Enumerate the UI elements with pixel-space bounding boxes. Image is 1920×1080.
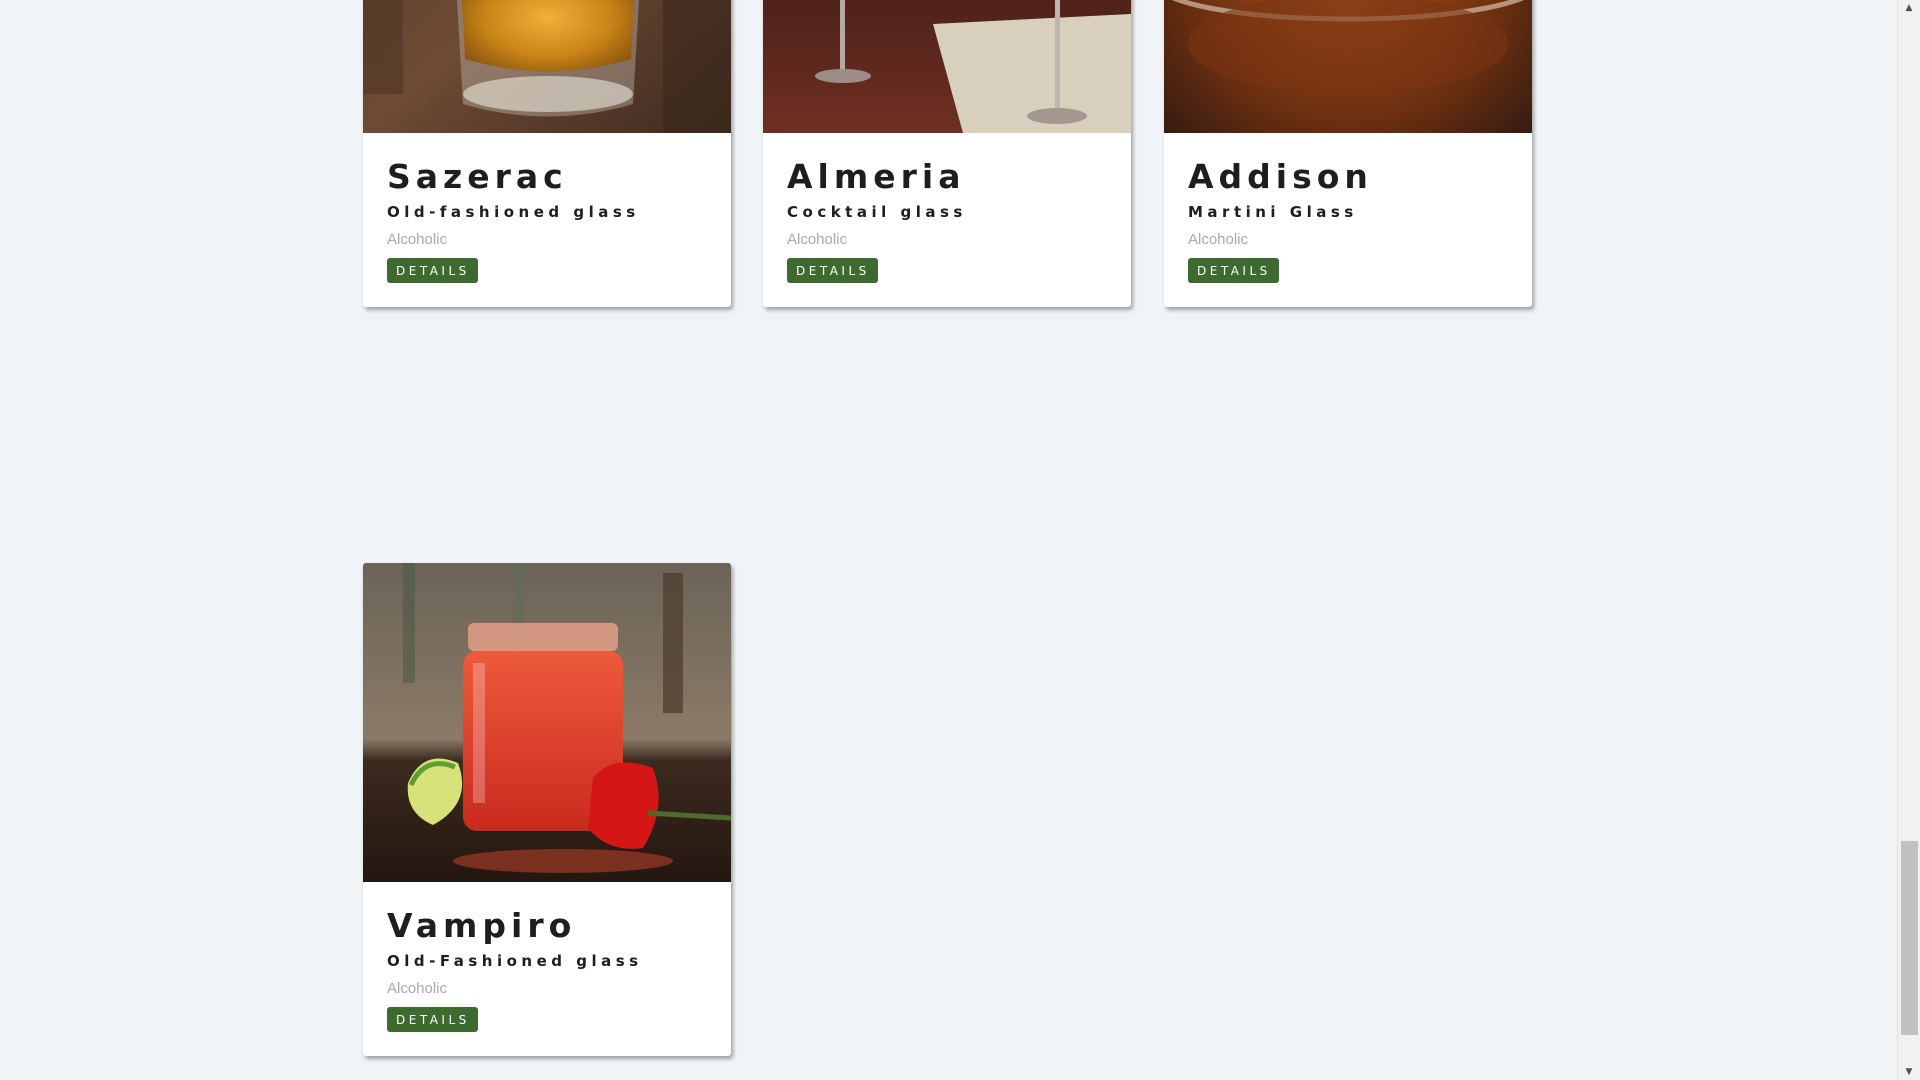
drink-glass: Martini Glass [1188, 203, 1358, 222]
drink-name: Addison [1188, 157, 1373, 196]
drink-photo-sazerac[interactable] [363, 0, 731, 133]
details-button[interactable]: DETAILS [787, 258, 878, 284]
drink-name: Vampiro [387, 906, 577, 945]
details-button[interactable]: DETAILS [1188, 258, 1279, 284]
triangle-up-icon[interactable]: ▲ [1898, 0, 1920, 16]
drink-photo-vampiro[interactable] [363, 563, 731, 882]
drink-glass: Cocktail glass [787, 203, 967, 222]
drink-glass: Old-fashioned glass [387, 203, 640, 222]
drink-card-addison: Addison Martini Glass Alcoholic DETAILS [1164, 0, 1532, 308]
drink-card-body: Addison Martini Glass Alcoholic DETAILS [1164, 133, 1532, 307]
drink-type: Alcoholic [387, 980, 448, 998]
drink-name: Sazerac [387, 157, 568, 196]
drink-card-vampiro: Vampiro Old-Fashioned glass Alcoholic DE… [363, 563, 731, 1057]
vertical-scrollbar[interactable]: ▲ ▼ [1897, 0, 1920, 1080]
drink-type: Alcoholic [787, 231, 848, 249]
drink-card-body: Vampiro Old-Fashioned glass Alcoholic DE… [363, 882, 731, 1056]
drink-card-sazerac: Sazerac Old-fashioned glass Alcoholic DE… [363, 0, 731, 308]
drink-type: Alcoholic [387, 231, 448, 249]
drink-photo-addison[interactable] [1164, 0, 1532, 133]
details-button[interactable]: DETAILS [387, 1007, 478, 1033]
drink-card-almeria: Almeria Cocktail glass Alcoholic DETAILS [763, 0, 1131, 308]
triangle-down-icon[interactable]: ▼ [1898, 1064, 1920, 1080]
drink-card-body: Sazerac Old-fashioned glass Alcoholic DE… [363, 133, 731, 307]
drink-photo-almeria[interactable] [763, 0, 1131, 133]
drink-glass: Old-Fashioned glass [387, 952, 643, 971]
page-viewport: Sazerac Old-fashioned glass Alcoholic DE… [0, 0, 1920, 1080]
drink-card-body: Almeria Cocktail glass Alcoholic DETAILS [763, 133, 1131, 307]
drink-type: Alcoholic [1188, 231, 1249, 249]
drink-name: Almeria [787, 157, 966, 196]
scrollbar-thumb[interactable] [1901, 841, 1918, 1035]
details-button[interactable]: DETAILS [387, 258, 478, 284]
